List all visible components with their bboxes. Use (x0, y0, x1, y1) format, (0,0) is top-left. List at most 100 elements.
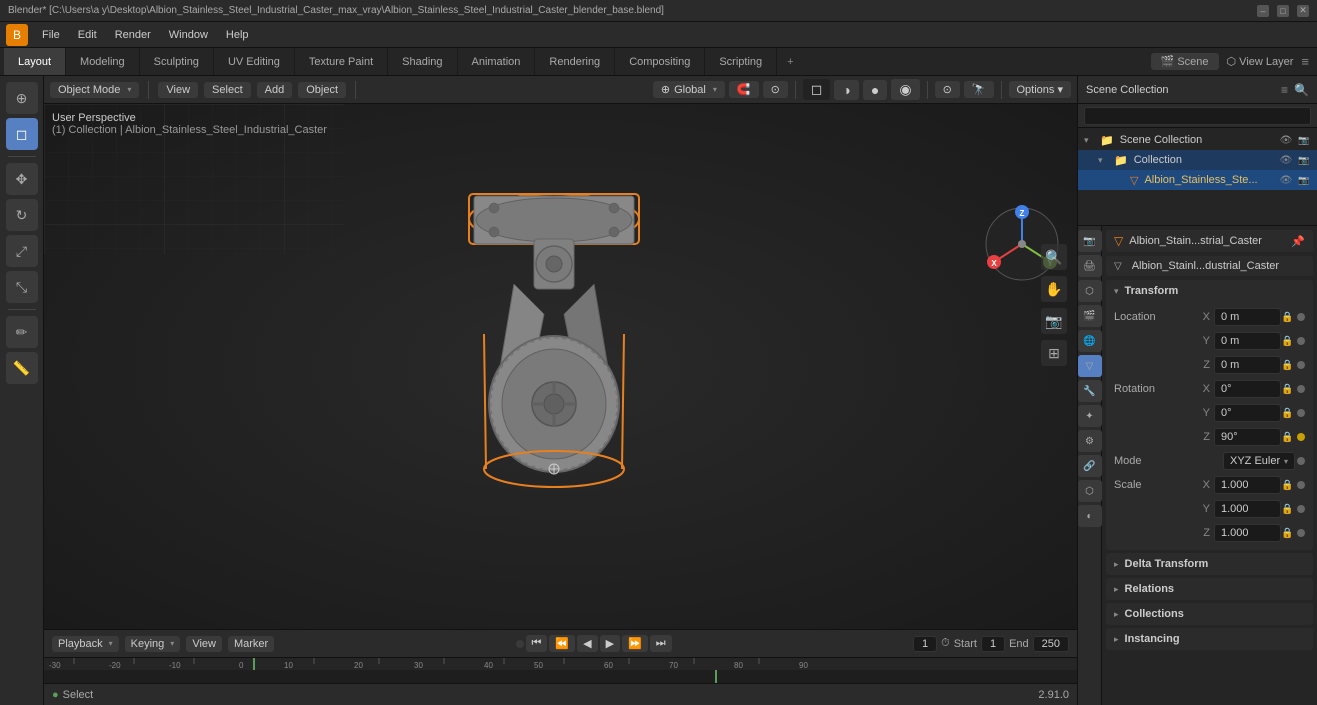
viewport-overlays[interactable]: ⊙ (935, 81, 960, 98)
scene-selector[interactable]: 🎬 Scene (1151, 53, 1219, 70)
location-x-lock[interactable]: 🔒 (1281, 312, 1295, 323)
tab-layout[interactable]: Layout (4, 48, 66, 75)
outliner-search-input[interactable] (1084, 107, 1311, 125)
object-vis-toggle[interactable]: 👁 (1279, 173, 1293, 187)
location-x-field[interactable]: 0 m (1214, 308, 1281, 326)
view-menu-timeline[interactable]: View (186, 636, 222, 652)
tab-animation[interactable]: Animation (458, 48, 536, 75)
delta-transform-header[interactable]: ▸ Delta Transform (1106, 553, 1313, 575)
tab-uv-editing[interactable]: UV Editing (214, 48, 295, 75)
location-z-keyframe[interactable] (1297, 361, 1305, 369)
tab-rendering[interactable]: Rendering (535, 48, 615, 75)
tab-modeling[interactable]: Modeling (66, 48, 140, 75)
rotate-tool[interactable]: ↻ (6, 199, 38, 231)
props-tab-modifier[interactable]: 🔧 (1078, 380, 1102, 402)
add-menu[interactable]: Add (257, 82, 293, 98)
play-button[interactable]: ▶ (600, 635, 620, 652)
location-x-keyframe[interactable] (1297, 313, 1305, 321)
jump-next-button[interactable]: ⏩ (622, 635, 648, 652)
props-tab-physics[interactable]: ⚙ (1078, 430, 1102, 452)
rotation-z-field[interactable]: 90° (1214, 428, 1281, 446)
minimize-button[interactable]: – (1257, 5, 1269, 17)
rotation-mode-keyframe[interactable] (1297, 457, 1305, 465)
jump-prev-button[interactable]: ⏪ (549, 635, 575, 652)
props-tab-world[interactable]: 🌐 (1078, 330, 1102, 352)
rotation-z-keyframe[interactable] (1297, 433, 1305, 441)
add-workspace-button[interactable]: + (777, 48, 803, 75)
jump-start-button[interactable]: ⏮ (526, 635, 548, 652)
proportional-editing[interactable]: ⊙ (763, 81, 788, 98)
viewport-shading-wire[interactable]: ◻ (803, 79, 831, 100)
scale-tool[interactable]: ⤢ (6, 235, 38, 267)
pin-object-button[interactable]: 📌 (1291, 235, 1305, 248)
scene-collection-vis[interactable]: 👁 (1279, 133, 1293, 147)
options-menu[interactable]: Options ▾ (1009, 81, 1072, 98)
menu-window[interactable]: Window (161, 27, 216, 43)
props-tab-render[interactable]: 📷 (1078, 230, 1102, 252)
rotation-y-lock[interactable]: 🔒 (1281, 408, 1295, 419)
instancing-header[interactable]: ▸ Instancing (1106, 628, 1313, 650)
select-menu[interactable]: Select (204, 82, 251, 98)
object-render-toggle[interactable]: 📷 (1297, 173, 1311, 187)
outliner-scene-collection[interactable]: ▾ 📁 Scene Collection 👁 📷 (1078, 130, 1317, 150)
object-menu[interactable]: Object (298, 82, 346, 98)
collection-vis-toggle[interactable]: 👁 (1279, 153, 1293, 167)
menu-render[interactable]: Render (107, 27, 159, 43)
timeline-track[interactable] (44, 670, 1077, 683)
rotation-mode-field[interactable]: XYZ Euler ▾ (1223, 452, 1295, 470)
object-mode-selector[interactable]: Object Mode ▾ (50, 82, 139, 98)
grid-view-button[interactable]: ⊞ (1041, 340, 1067, 366)
props-tab-constraints[interactable]: 🔗 (1078, 455, 1102, 477)
transform-tool[interactable]: ⤡ (6, 271, 38, 303)
tab-compositing[interactable]: Compositing (615, 48, 705, 75)
rotation-y-keyframe[interactable] (1297, 409, 1305, 417)
maximize-button[interactable]: □ (1277, 5, 1289, 17)
menu-help[interactable]: Help (218, 27, 257, 43)
rotation-x-lock[interactable]: 🔒 (1281, 384, 1295, 395)
menu-file[interactable]: File (34, 27, 68, 43)
rotation-z-lock[interactable]: 🔒 (1281, 432, 1295, 443)
scale-y-lock[interactable]: 🔒 (1281, 504, 1295, 515)
tab-texture-paint[interactable]: Texture Paint (295, 48, 388, 75)
snap-controls[interactable]: 🧲 (729, 81, 759, 98)
filter-btn[interactable]: ≡ (1281, 83, 1288, 97)
props-tab-material[interactable]: ◐ (1078, 505, 1102, 527)
rotation-y-field[interactable]: 0° (1214, 404, 1281, 422)
viewport-shading-solid[interactable]: ◑ (834, 80, 858, 100)
viewport-shading-material[interactable]: ● (863, 80, 887, 100)
scale-x-lock[interactable]: 🔒 (1281, 480, 1295, 491)
viewport-canvas[interactable]: User Perspective (1) Collection | Albion… (44, 104, 1077, 629)
transform-orientations[interactable]: ⊕ Global ▾ (653, 81, 725, 98)
search-btn[interactable]: 🔍 (1294, 83, 1309, 97)
scale-y-keyframe[interactable] (1297, 505, 1305, 513)
zoom-in-button[interactable]: 🔍 (1041, 244, 1067, 270)
collections-header[interactable]: ▸ Collections (1106, 603, 1313, 625)
tab-sculpting[interactable]: Sculpting (140, 48, 214, 75)
jump-end-button[interactable]: ⏭ (650, 635, 672, 652)
filter-icon[interactable]: ≡ (1301, 54, 1309, 69)
location-z-lock[interactable]: 🔒 (1281, 360, 1295, 371)
start-frame-input[interactable]: 1 (981, 636, 1005, 652)
props-tab-view-layer[interactable]: ⬡ (1078, 280, 1102, 302)
relations-header[interactable]: ▸ Relations (1106, 578, 1313, 600)
camera-view-button[interactable]: 📷 (1041, 308, 1067, 334)
props-tab-data[interactable]: ⬡ (1078, 480, 1102, 502)
props-tab-scene[interactable]: 🎬 (1078, 305, 1102, 327)
cursor-tool[interactable]: ⊕ (6, 82, 38, 114)
location-y-lock[interactable]: 🔒 (1281, 336, 1295, 347)
select-tool[interactable]: ◻ (6, 118, 38, 150)
props-tab-output[interactable]: 🖨 (1078, 255, 1102, 277)
marker-menu[interactable]: Marker (228, 636, 274, 652)
annotate-tool[interactable]: ✏ (6, 316, 38, 348)
rotation-x-keyframe[interactable] (1297, 385, 1305, 393)
rotation-x-field[interactable]: 0° (1214, 380, 1281, 398)
measure-tool[interactable]: 📏 (6, 352, 38, 384)
viewlayer-selector[interactable]: ⬡ View Layer (1227, 55, 1294, 68)
scale-z-field[interactable]: 1.000 (1214, 524, 1281, 542)
move-tool[interactable]: ✥ (6, 163, 38, 195)
scale-z-keyframe[interactable] (1297, 529, 1305, 537)
scale-z-lock[interactable]: 🔒 (1281, 528, 1295, 539)
end-frame-input[interactable]: 250 (1033, 636, 1069, 652)
keying-menu[interactable]: Keying ▾ (125, 636, 181, 652)
data-block-selector[interactable]: ▽ (1114, 261, 1122, 272)
